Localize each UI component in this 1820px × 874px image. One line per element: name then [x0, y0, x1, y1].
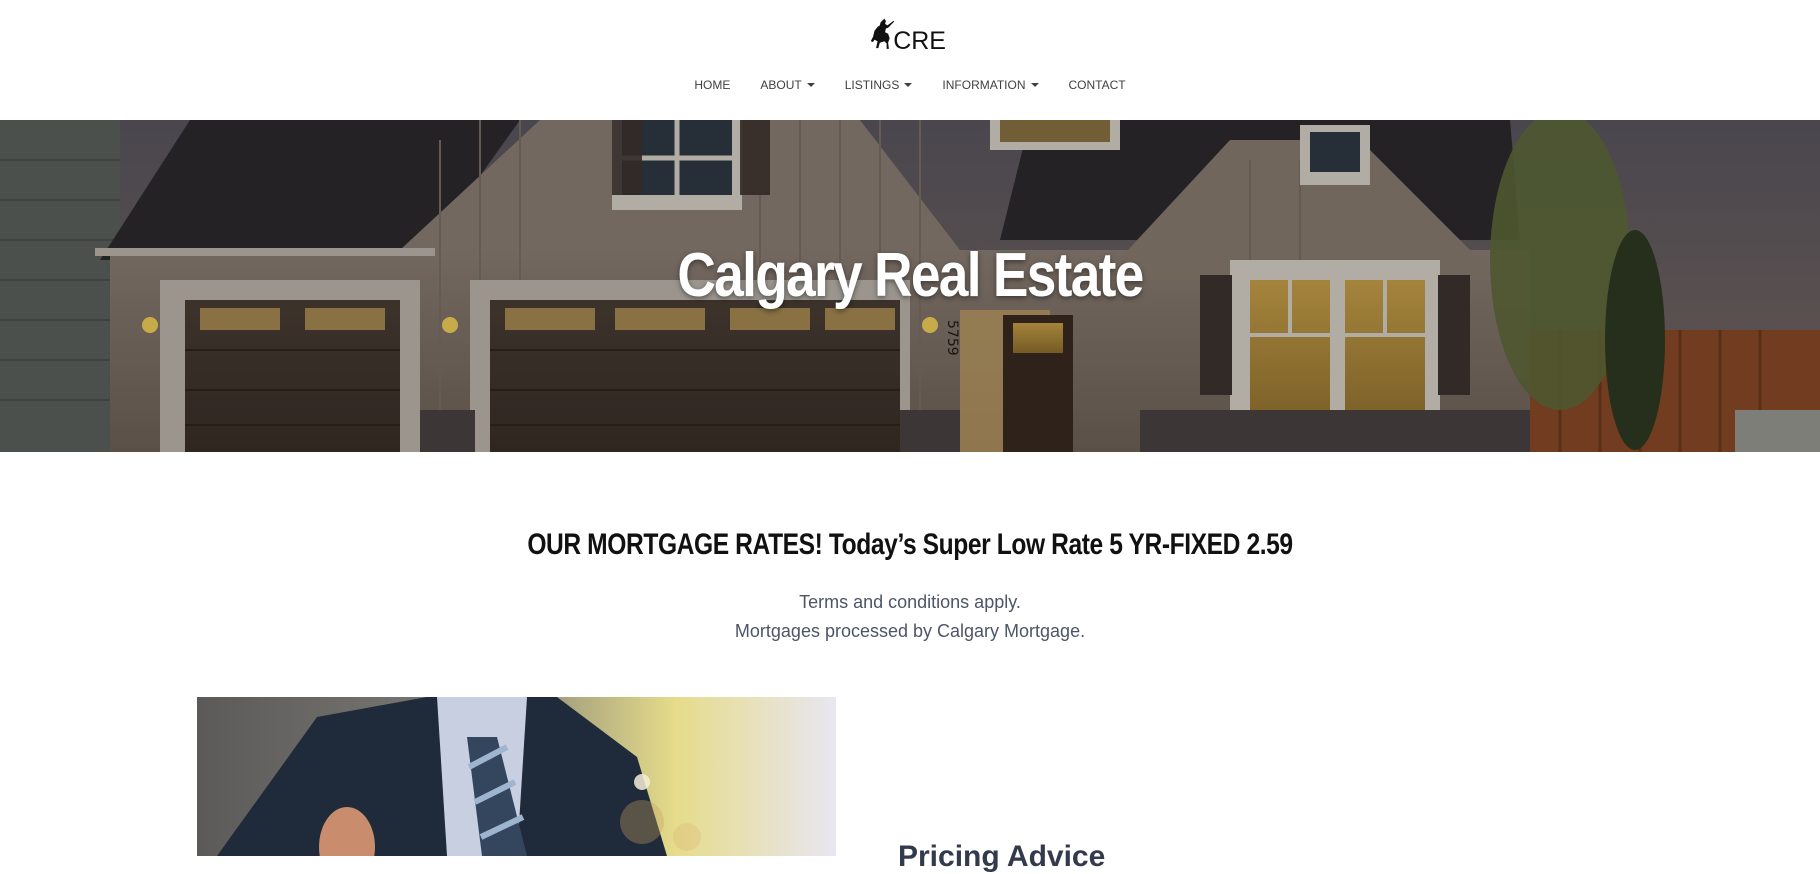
pricing-advice-heading: Pricing Advice — [898, 840, 1106, 873]
nav-about-label: ABOUT — [760, 78, 802, 92]
agent-photo-image — [197, 697, 836, 856]
nav-listings[interactable]: LISTINGS — [830, 73, 928, 97]
site-logo[interactable]: CRE — [870, 10, 946, 60]
hero-banner: 5759 Calgary Real Estate — [0, 120, 1820, 452]
main-nav: HOME ABOUT LISTINGS INFORMATION CONTACT — [0, 73, 1820, 97]
agent-handshake-photo — [197, 697, 836, 856]
nav-contact[interactable]: CONTACT — [1054, 73, 1141, 97]
nav-contact-label: CONTACT — [1068, 78, 1126, 92]
terms-text: Terms and conditions apply. — [799, 592, 1021, 612]
nav-information-label: INFORMATION — [942, 78, 1026, 92]
caret-down-icon — [1030, 83, 1039, 87]
nav-home-label: HOME — [694, 78, 731, 92]
site-header: CRE HOME ABOUT LISTINGS INFORMATION CONT… — [0, 0, 1820, 120]
caret-down-icon — [806, 83, 815, 87]
nav-home[interactable]: HOME — [679, 73, 745, 97]
nav-about[interactable]: ABOUT — [745, 73, 829, 97]
logo-text: CRE — [893, 27, 946, 55]
nav-information[interactable]: INFORMATION — [927, 73, 1053, 97]
processed-by-text: Mortgages processed by Calgary Mortgage. — [734, 621, 1086, 641]
caret-down-icon — [904, 83, 913, 87]
hero-title: Calgary Real Estate — [677, 241, 1144, 310]
nav-listings-label: LISTINGS — [844, 78, 900, 92]
mortgage-rates-heading: OUR MORTGAGE RATES! Today’s Super Low Ra… — [527, 528, 1293, 561]
